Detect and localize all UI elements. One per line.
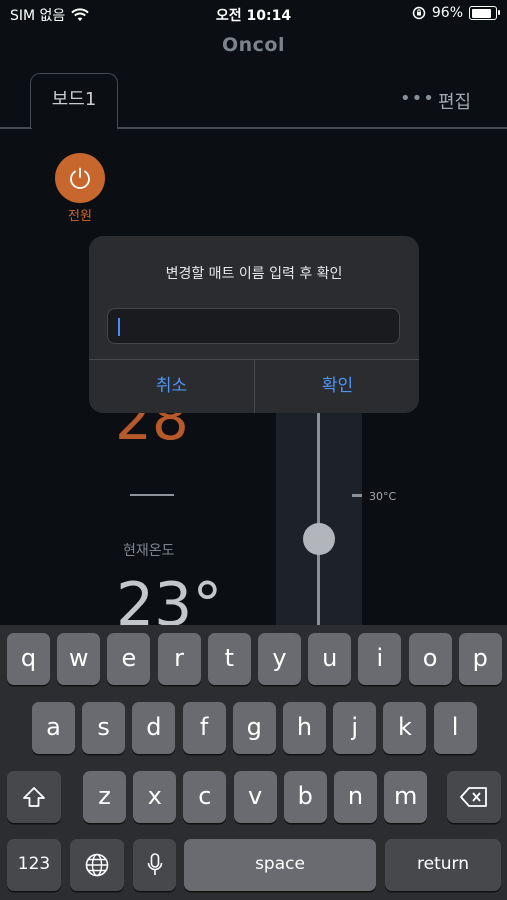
temperature-slider-track[interactable]: [317, 412, 320, 632]
dialog-title: 변경할 매트 이름 입력 후 확인: [165, 266, 343, 282]
key-f[interactable]: f: [182, 702, 226, 754]
numbers-key[interactable]: 123: [7, 839, 61, 891]
cancel-button[interactable]: 취소: [89, 359, 254, 413]
key-j[interactable]: j: [333, 702, 377, 754]
key-s[interactable]: s: [82, 702, 126, 754]
backspace-icon: [460, 787, 487, 807]
key-r[interactable]: r: [157, 633, 201, 685]
status-right: 96%: [412, 5, 500, 21]
slider-tick-label: 30°C: [369, 490, 397, 503]
temperature-slider-knob[interactable]: [303, 523, 335, 555]
keyboard: qwertyuiop asdfghjkl zxcvbnm 123 space r…: [0, 625, 507, 900]
mat-name-input[interactable]: [107, 308, 400, 344]
key-c[interactable]: c: [183, 771, 227, 823]
app-logo: Oncol: [221, 34, 285, 56]
confirm-button[interactable]: 확인: [255, 359, 419, 413]
key-i[interactable]: i: [358, 633, 402, 685]
globe-key[interactable]: [70, 839, 124, 891]
key-p[interactable]: p: [458, 633, 502, 685]
power-label: 전원: [68, 209, 92, 224]
key-w[interactable]: w: [57, 633, 101, 685]
key-q[interactable]: q: [7, 633, 50, 685]
key-d[interactable]: d: [132, 702, 176, 754]
space-key[interactable]: space: [184, 839, 376, 891]
key-a[interactable]: a: [32, 702, 75, 754]
battery-icon: [469, 6, 500, 20]
divider-dash: [130, 494, 174, 496]
status-bar: SIM 없음 오전 10:14 96%: [0, 0, 507, 28]
tab-active-gap: [31, 126, 117, 130]
dictation-key[interactable]: [133, 839, 176, 891]
shift-key[interactable]: [7, 771, 61, 823]
key-e[interactable]: e: [107, 633, 151, 685]
globe-icon: [85, 853, 109, 877]
key-o[interactable]: o: [408, 633, 452, 685]
backspace-key[interactable]: [447, 771, 501, 823]
key-k[interactable]: k: [383, 702, 427, 754]
power-button[interactable]: [55, 153, 105, 203]
current-temperature-label: 현재온도: [123, 543, 175, 559]
key-u[interactable]: u: [308, 633, 352, 685]
orientation-lock-icon: [412, 6, 426, 20]
key-m[interactable]: m: [384, 771, 428, 823]
slider-tick: [352, 494, 362, 497]
return-key[interactable]: return: [385, 839, 501, 891]
key-n[interactable]: n: [334, 771, 377, 823]
key-y[interactable]: y: [258, 633, 301, 685]
key-x[interactable]: x: [133, 771, 177, 823]
rename-dialog: 변경할 매트 이름 입력 후 확인 취소 확인: [89, 236, 419, 413]
key-b[interactable]: b: [283, 771, 327, 823]
more-options-button[interactable]: •••: [400, 88, 435, 109]
key-l[interactable]: l: [433, 702, 477, 754]
microphone-icon: [147, 853, 162, 875]
shift-icon: [23, 787, 45, 807]
key-v[interactable]: v: [233, 771, 277, 823]
key-g[interactable]: g: [232, 702, 276, 754]
key-h[interactable]: h: [283, 702, 326, 754]
power-icon: [70, 167, 90, 189]
key-t[interactable]: t: [207, 633, 251, 685]
key-z[interactable]: z: [83, 771, 126, 823]
edit-button[interactable]: 편집: [438, 88, 471, 114]
text-cursor: [118, 318, 120, 336]
tab-board-1[interactable]: 보드1: [30, 73, 118, 128]
battery-percent: 96%: [431, 5, 463, 21]
